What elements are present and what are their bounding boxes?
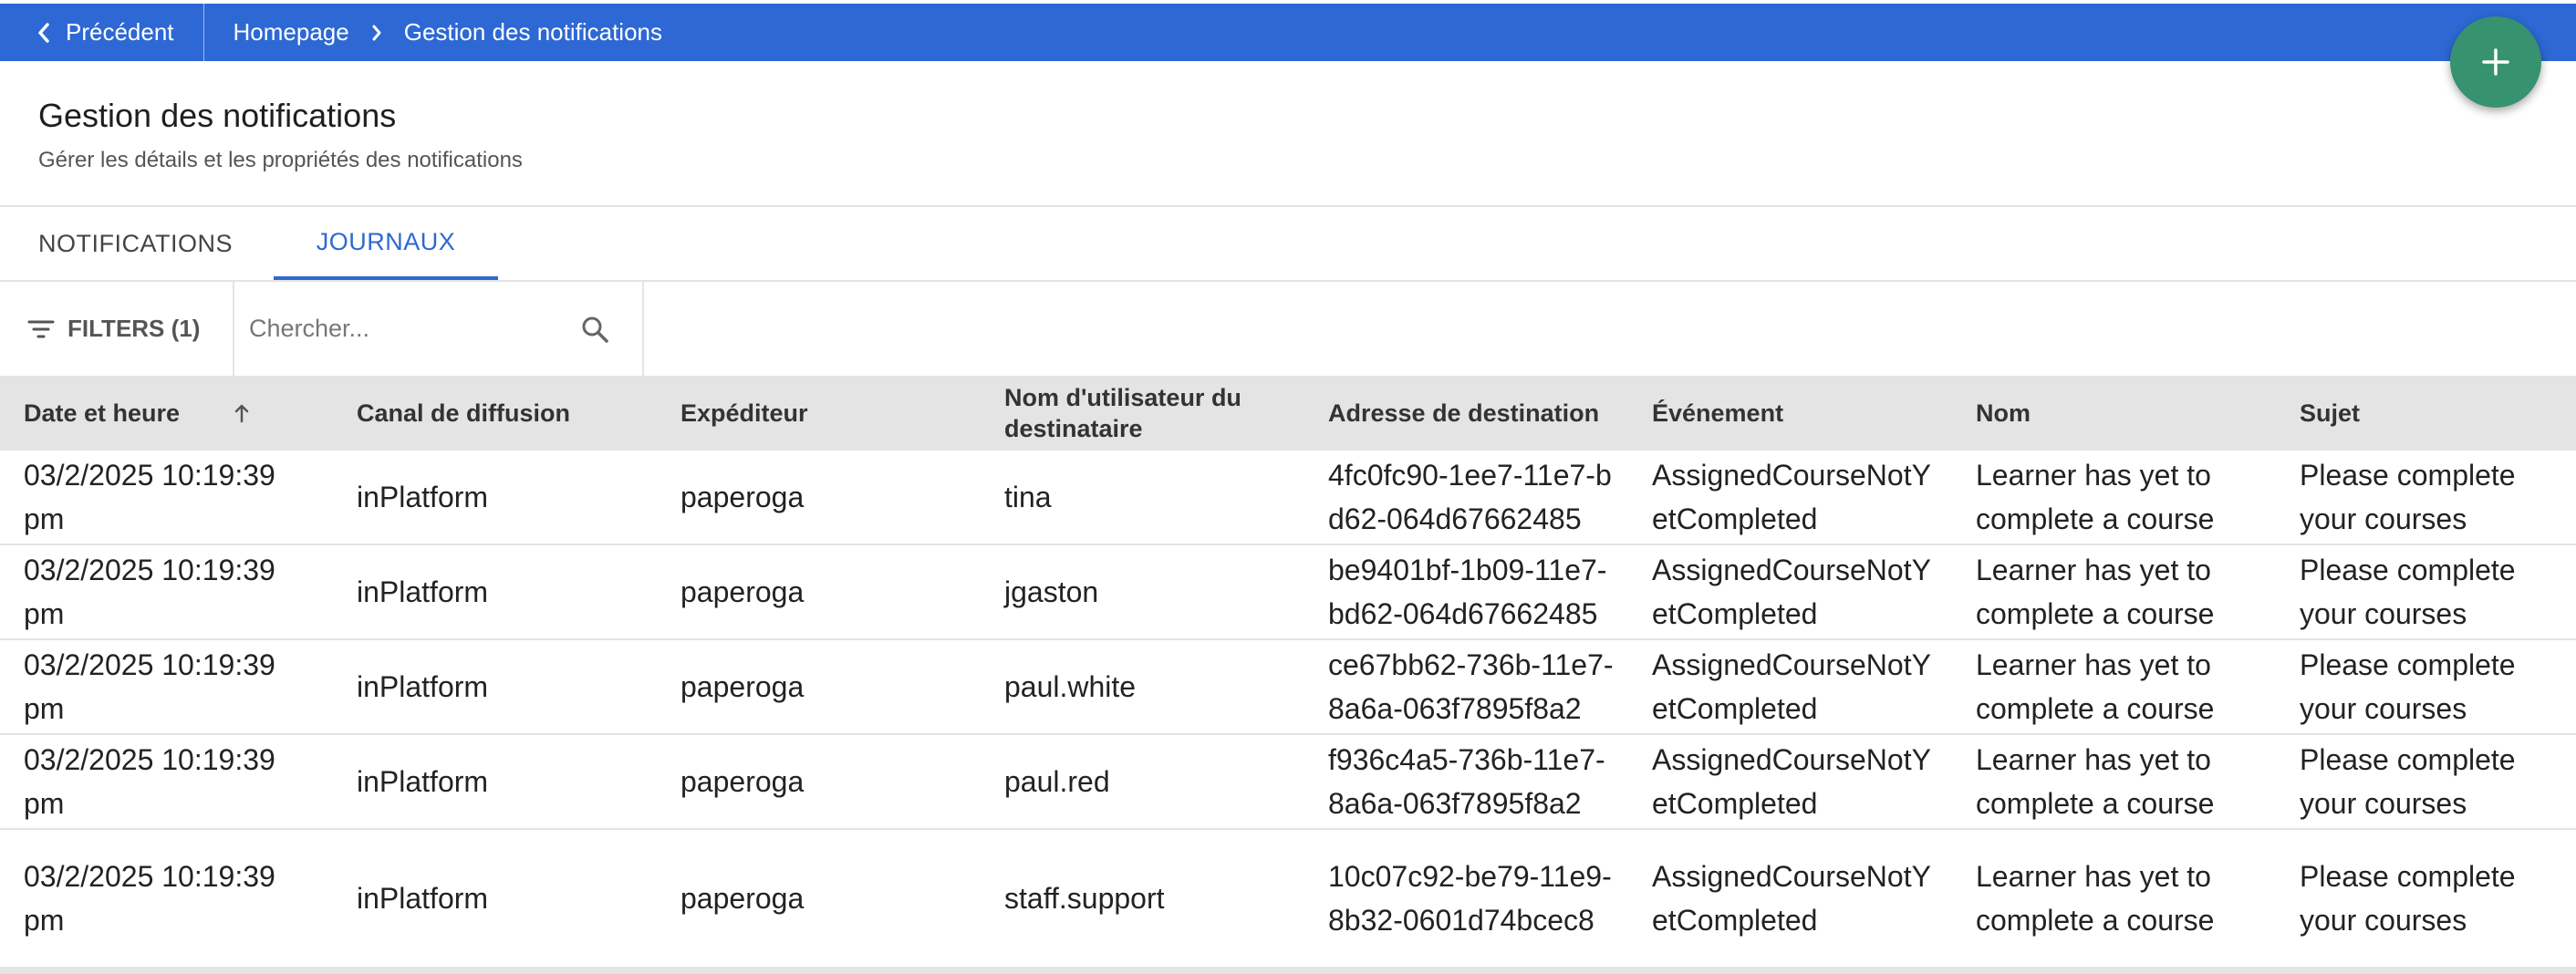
cell-sujet: Please complete your courses bbox=[2300, 743, 2516, 820]
cell-canal: inPlatform bbox=[357, 670, 489, 703]
cell-evenement: AssignedCourseNotYetCompleted bbox=[1652, 648, 1931, 725]
cell-expediteur: paperoga bbox=[680, 481, 805, 513]
page-title: Gestion des notifications bbox=[38, 97, 397, 134]
table-toolbar: FILTERS (1) bbox=[0, 282, 644, 376]
back-label: Précédent bbox=[66, 18, 174, 46]
cell-expediteur: paperoga bbox=[680, 670, 805, 703]
cell-nom: Learner has yet to complete a course bbox=[1976, 554, 2215, 630]
breadcrumb: Homepage Gestion des notifications bbox=[204, 18, 662, 47]
table-row[interactable]: 03/2/2025 10:19:39 pm inPlatform paperog… bbox=[0, 640, 2576, 735]
cell-date: 03/2/2025 10:19:39 pm bbox=[24, 648, 275, 725]
page-header: Gestion des notifications Gérer les déta… bbox=[38, 97, 523, 173]
search-icon[interactable] bbox=[580, 315, 609, 344]
cell-destinataire: paul.red bbox=[1004, 765, 1110, 798]
plus-icon bbox=[2482, 48, 2509, 76]
cell-adresse: f936c4a5-736b-11e7-8a6a-063f7895f8a2 bbox=[1328, 743, 1605, 820]
filters-label: FILTERS (1) bbox=[68, 315, 201, 342]
cell-sujet: Please complete your courses bbox=[2300, 459, 2516, 535]
add-notification-button[interactable] bbox=[2450, 16, 2541, 108]
top-navigation-bar: Précédent Homepage Gestion des notificat… bbox=[0, 4, 2576, 61]
search-box bbox=[234, 282, 644, 376]
cell-adresse: be9401bf-1b09-11e7-bd62-064d67662485 bbox=[1328, 554, 1607, 630]
cell-canal: inPlatform bbox=[357, 575, 489, 608]
cell-evenement: AssignedCourseNotYetCompleted bbox=[1652, 459, 1931, 535]
cell-sujet: Please complete your courses bbox=[2300, 648, 2516, 725]
chevron-left-icon bbox=[38, 22, 49, 43]
cell-canal: inPlatform bbox=[357, 882, 489, 915]
cell-destinataire: staff.support bbox=[1004, 882, 1165, 915]
cell-evenement: AssignedCourseNotYetCompleted bbox=[1652, 860, 1931, 937]
cell-evenement: AssignedCourseNotYetCompleted bbox=[1652, 554, 1931, 630]
cell-nom: Learner has yet to complete a course bbox=[1976, 860, 2215, 937]
tab-journaux[interactable]: JOURNAUX bbox=[274, 207, 498, 280]
cell-destinataire: tina bbox=[1004, 481, 1052, 513]
table-row[interactable]: 03/2/2025 10:19:39 pm inPlatform paperog… bbox=[0, 830, 2576, 969]
search-input[interactable] bbox=[247, 314, 580, 344]
column-header-expediteur[interactable]: Expéditeur bbox=[657, 398, 981, 429]
cell-adresse: ce67bb62-736b-11e7-8a6a-063f7895f8a2 bbox=[1328, 648, 1614, 725]
breadcrumb-homepage[interactable]: Homepage bbox=[234, 18, 349, 47]
column-header-destinataire[interactable]: Nom d'utilisateur du destinataire bbox=[981, 382, 1304, 444]
cell-adresse: 4fc0fc90-1ee7-11e7-bd62-064d67662485 bbox=[1328, 459, 1612, 535]
cell-adresse: 10c07c92-be79-11e9-8b32-0601d74bcec8 bbox=[1328, 860, 1612, 937]
table-row[interactable]: 03/2/2025 10:19:39 pm inPlatform paperog… bbox=[0, 451, 2576, 545]
tab-bar: NOTIFICATIONS JOURNAUX bbox=[0, 207, 498, 280]
cell-canal: inPlatform bbox=[357, 765, 489, 798]
breadcrumb-current: Gestion des notifications bbox=[403, 18, 663, 46]
cell-nom: Learner has yet to complete a course bbox=[1976, 459, 2215, 535]
cell-date: 03/2/2025 10:19:39 pm bbox=[24, 860, 275, 937]
chevron-right-icon bbox=[371, 24, 382, 42]
column-header-nom[interactable]: Nom bbox=[1952, 398, 2276, 429]
column-header-evenement[interactable]: Événement bbox=[1628, 398, 1952, 429]
table-footer-edge bbox=[0, 967, 2576, 974]
cell-nom: Learner has yet to complete a course bbox=[1976, 648, 2215, 725]
table-header: Date et heure Canal de diffusion Expédit… bbox=[0, 376, 2576, 451]
arrow-up-icon[interactable] bbox=[233, 402, 251, 424]
cell-evenement: AssignedCourseNotYetCompleted bbox=[1652, 743, 1931, 820]
cell-date: 03/2/2025 10:19:39 pm bbox=[24, 554, 275, 630]
cell-canal: inPlatform bbox=[357, 481, 489, 513]
cell-sujet: Please complete your courses bbox=[2300, 554, 2516, 630]
table-row[interactable]: 03/2/2025 10:19:39 pm inPlatform paperog… bbox=[0, 735, 2576, 830]
cell-sujet: Please complete your courses bbox=[2300, 860, 2516, 937]
page-subtitle: Gérer les détails et les propriétés des … bbox=[38, 148, 523, 172]
column-header-adresse[interactable]: Adresse de destination bbox=[1304, 398, 1628, 429]
column-header-sujet[interactable]: Sujet bbox=[2276, 398, 2576, 429]
table-row[interactable]: 03/2/2025 10:19:39 pm inPlatform paperog… bbox=[0, 545, 2576, 640]
cell-destinataire: paul.white bbox=[1004, 670, 1137, 703]
filters-button[interactable]: FILTERS (1) bbox=[0, 282, 234, 376]
filter-list-icon bbox=[27, 320, 55, 337]
cell-expediteur: paperoga bbox=[680, 882, 805, 915]
logs-table: Date et heure Canal de diffusion Expédit… bbox=[0, 376, 2576, 969]
cell-date: 03/2/2025 10:19:39 pm bbox=[24, 743, 275, 820]
tab-notifications[interactable]: NOTIFICATIONS bbox=[0, 207, 274, 280]
back-button[interactable]: Précédent bbox=[0, 4, 204, 61]
cell-nom: Learner has yet to complete a course bbox=[1976, 743, 2215, 820]
column-header-canal[interactable]: Canal de diffusion bbox=[333, 398, 657, 429]
column-header-label: Date et heure bbox=[24, 399, 181, 427]
cell-destinataire: jgaston bbox=[1004, 575, 1099, 608]
cell-expediteur: paperoga bbox=[680, 765, 805, 798]
column-header-date[interactable]: Date et heure bbox=[0, 398, 333, 429]
cell-expediteur: paperoga bbox=[680, 575, 805, 608]
cell-date: 03/2/2025 10:19:39 pm bbox=[24, 459, 275, 535]
